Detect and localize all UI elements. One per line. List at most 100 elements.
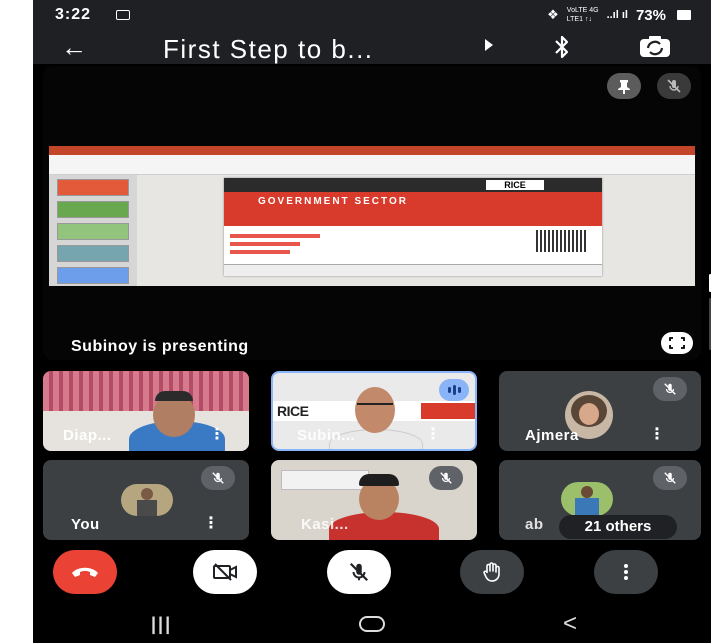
hang-up-icon bbox=[72, 567, 98, 577]
thumbnail bbox=[57, 179, 129, 196]
more-options-icon[interactable]: ⋮ bbox=[203, 516, 219, 532]
presentation-mute-button[interactable] bbox=[657, 73, 691, 99]
presenting-label: Subinoy is presenting bbox=[71, 338, 249, 355]
mic-off-icon bbox=[440, 472, 452, 484]
network-bottom: LTE1 ↑↓ bbox=[566, 16, 592, 23]
battery-percent: 73% bbox=[635, 6, 666, 24]
meeting-top-bar: ← First Step to b... bbox=[33, 30, 711, 64]
slide-line bbox=[230, 234, 320, 238]
more-options-icon[interactable]: ⋮ bbox=[425, 427, 441, 443]
muted-indicator bbox=[653, 466, 687, 490]
window-backdrop bbox=[43, 371, 249, 411]
avatar-body bbox=[137, 500, 157, 516]
home-icon[interactable] bbox=[359, 616, 385, 632]
participant-tile[interactable]: Ajmera ⋮ bbox=[499, 371, 701, 451]
slide-footer bbox=[224, 264, 602, 276]
back-icon[interactable]: ← bbox=[61, 34, 87, 60]
mic-off-icon bbox=[212, 472, 224, 484]
title-expand-icon[interactable] bbox=[485, 39, 493, 51]
network-top: VoLTE 4G bbox=[566, 7, 599, 14]
vibrate-icon: ❖ bbox=[547, 7, 559, 22]
hair bbox=[359, 474, 399, 486]
participant-name: ab bbox=[525, 516, 544, 533]
nav-back-icon[interactable]: < bbox=[563, 610, 577, 638]
participant-name: Subin... bbox=[297, 427, 356, 444]
mic-off-icon bbox=[349, 562, 369, 582]
thumbnail bbox=[57, 223, 129, 240]
banner-brand: RICE bbox=[277, 403, 309, 419]
participant-name: Kasi... bbox=[301, 516, 349, 533]
participant-tile[interactable]: Diap... ⋮ bbox=[43, 371, 249, 451]
mic-toggle-button[interactable] bbox=[327, 550, 391, 594]
slide-header: RICE bbox=[224, 178, 602, 192]
participant-tile[interactable]: RICE Subin... ⋮ bbox=[271, 371, 477, 451]
thumbnail bbox=[57, 267, 129, 284]
more-options-icon[interactable]: ⋮ bbox=[649, 427, 665, 443]
fullscreen-icon bbox=[669, 337, 685, 349]
participant-tile[interactable]: ab 21 others bbox=[499, 460, 701, 540]
pin-button[interactable] bbox=[607, 73, 641, 99]
mic-off-icon bbox=[664, 472, 676, 484]
bluetooth-icon[interactable] bbox=[551, 33, 573, 61]
more-options-button[interactable] bbox=[594, 550, 658, 594]
avatar-face bbox=[579, 403, 599, 425]
phone-screen: 3:22 ❖ VoLTE 4G LTE1 ↑↓ ..ıl ıl 73% ← Fi… bbox=[33, 0, 711, 643]
participant-tile[interactable]: You ⋮ bbox=[43, 460, 249, 540]
raise-hand-button[interactable] bbox=[460, 550, 524, 594]
signal-icon: ..ıl ıl bbox=[606, 9, 628, 21]
avatar-face bbox=[141, 488, 153, 500]
status-time: 3:22 bbox=[55, 6, 92, 23]
banner-red bbox=[421, 403, 475, 419]
more-options-icon[interactable]: ⋮ bbox=[209, 427, 225, 443]
camera-toggle-button[interactable] bbox=[193, 550, 257, 594]
end-call-button[interactable] bbox=[53, 550, 117, 594]
status-bar: 3:22 ❖ VoLTE 4G LTE1 ↑↓ ..ıl ıl 73% bbox=[33, 0, 711, 30]
app-title-bar bbox=[49, 146, 695, 155]
hair bbox=[155, 391, 193, 401]
battery-icon bbox=[677, 10, 691, 20]
recents-icon[interactable]: ||| bbox=[151, 614, 172, 635]
switch-camera-icon[interactable] bbox=[638, 34, 672, 60]
status-indicators: ❖ VoLTE 4G LTE1 ↑↓ ..ıl ıl 73% bbox=[547, 6, 691, 24]
thumbnail bbox=[57, 201, 129, 218]
avatar-body bbox=[575, 498, 599, 516]
avatar-face bbox=[581, 486, 593, 498]
participant-name: Diap... bbox=[63, 427, 112, 444]
mic-off-icon bbox=[667, 79, 681, 93]
qr-code bbox=[536, 230, 586, 252]
meeting-title[interactable]: First Step to b... bbox=[163, 34, 374, 65]
more-vert-icon bbox=[624, 564, 628, 580]
fullscreen-button[interactable] bbox=[661, 332, 693, 354]
screen-notification-icon bbox=[116, 10, 130, 20]
muted-indicator bbox=[429, 466, 463, 490]
scroll-track bbox=[709, 298, 711, 350]
slide-brand: RICE bbox=[486, 180, 544, 190]
network-type: VoLTE 4G LTE1 ↑↓ bbox=[567, 6, 599, 24]
current-slide: RICE GOVERNMENT SECTOR bbox=[224, 178, 602, 276]
participant-face bbox=[355, 387, 395, 433]
camera-off-icon bbox=[213, 563, 237, 581]
pin-icon bbox=[618, 80, 630, 94]
participant-avatar bbox=[121, 484, 173, 516]
slide-line bbox=[230, 250, 290, 254]
muted-indicator bbox=[201, 466, 235, 490]
thumbnail bbox=[57, 245, 129, 262]
ac-unit bbox=[281, 470, 369, 490]
slide-line bbox=[230, 242, 300, 246]
hand-icon bbox=[483, 562, 500, 582]
app-ribbon bbox=[49, 155, 695, 175]
participant-name: Ajmera bbox=[525, 427, 579, 444]
call-controls bbox=[33, 550, 711, 598]
scroll-indicator[interactable] bbox=[709, 274, 711, 292]
speaking-indicator bbox=[439, 379, 469, 401]
participant-tile[interactable]: Kasi... bbox=[271, 460, 477, 540]
participant-name: You bbox=[71, 516, 100, 533]
slide-banner: GOVERNMENT SECTOR bbox=[224, 192, 602, 226]
mic-off-icon bbox=[664, 383, 676, 395]
shared-screen: RICE GOVERNMENT SECTOR bbox=[49, 146, 695, 286]
presentation-view[interactable]: RICE GOVERNMENT SECTOR Subinoy is presen… bbox=[43, 66, 701, 360]
participant-avatar bbox=[561, 482, 613, 516]
system-nav-bar: ||| < bbox=[33, 600, 711, 643]
others-count-chip[interactable]: 21 others bbox=[559, 515, 677, 539]
glasses bbox=[357, 403, 393, 409]
